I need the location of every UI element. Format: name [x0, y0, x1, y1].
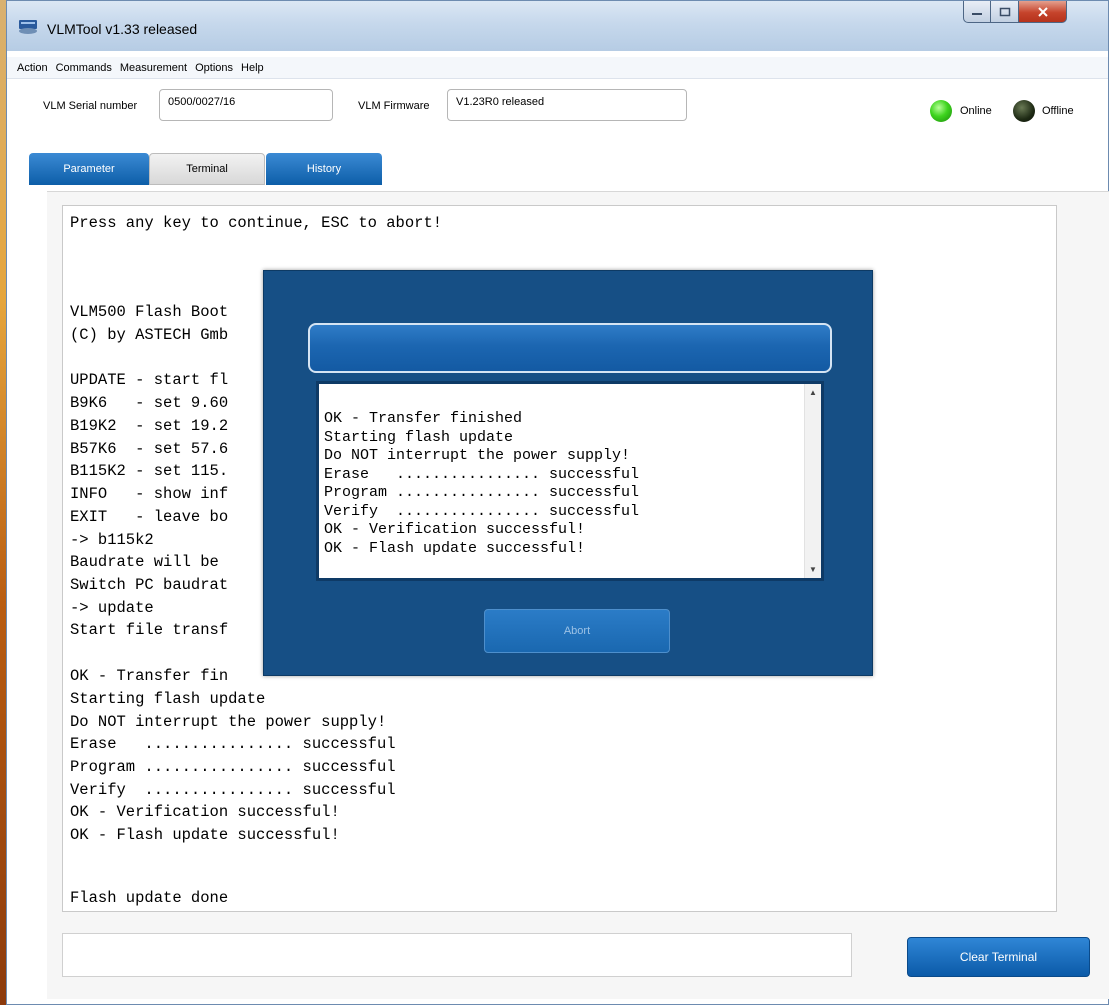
maximize-button[interactable]: [991, 1, 1019, 23]
clear-terminal-button[interactable]: Clear Terminal: [907, 937, 1090, 977]
terminal-line: B57K6 - set 57.6: [70, 440, 229, 458]
dialog-log-line: Do NOT interrupt the power supply!: [324, 447, 631, 464]
terminal-line: Erase ................ successful: [70, 735, 396, 753]
online-led-icon: [930, 100, 952, 122]
serial-number-field[interactable]: 0500/0027/16: [159, 89, 333, 121]
terminal-line: VLM500 Flash Boot: [70, 303, 229, 321]
tab-terminal[interactable]: Terminal: [149, 153, 265, 185]
terminal-line: EXIT - leave bo: [70, 508, 229, 526]
dialog-log-line: OK - Transfer finished: [324, 410, 523, 427]
terminal-input[interactable]: [62, 933, 852, 977]
window-title: VLMTool v1.33 released: [47, 21, 198, 37]
terminal-line: Baudrate will be: [70, 553, 219, 571]
terminal-line: Verify ................ successful: [70, 781, 396, 799]
terminal-line: (C) by ASTECH Gmb: [70, 326, 229, 344]
terminal-line: UPDATE - start fl: [70, 371, 229, 389]
dialog-log-line: OK - Flash update successful!: [324, 540, 586, 557]
scroll-up-icon[interactable]: ▲: [809, 388, 817, 397]
terminal-line: B115K2 - set 115.: [70, 462, 229, 480]
close-icon: [1037, 6, 1048, 17]
terminal-line: OK - Verification successful!: [70, 803, 340, 821]
online-label: Online: [960, 105, 992, 117]
terminal-line: B9K6 - set 9.60: [70, 394, 229, 412]
terminal-line: Do NOT interrupt the power supply!: [70, 713, 387, 731]
terminal-line: OK - Transfer fin: [70, 667, 229, 685]
terminal-line: Switch PC baudrat: [70, 576, 229, 594]
dialog-log-line: Starting flash update: [324, 429, 514, 446]
terminal-line: Start file transf: [70, 621, 229, 639]
minimize-icon: [972, 12, 982, 15]
dialog-log[interactable]: OK - Transfer finished Starting flash up…: [316, 381, 824, 581]
tab-parameter[interactable]: Parameter: [29, 153, 149, 185]
minimize-button[interactable]: [963, 1, 991, 23]
menu-commands[interactable]: Commands: [52, 62, 116, 74]
offline-label: Offline: [1042, 105, 1074, 117]
title-bar: VLMTool v1.33 released: [7, 1, 1108, 51]
dialog-log-line: Program ................ successful: [324, 484, 640, 501]
flash-update-dialog: OK - Transfer finished Starting flash up…: [263, 270, 873, 676]
terminal-line: Press any key to continue, ESC to abort!: [70, 214, 443, 232]
firmware-field[interactable]: V1.23R0 released: [447, 89, 687, 121]
scroll-down-icon[interactable]: ▼: [809, 565, 817, 574]
terminal-line: Program ................ successful: [70, 758, 396, 776]
terminal-line: INFO - show inf: [70, 485, 229, 503]
menu-measurement[interactable]: Measurement: [116, 62, 191, 74]
terminal-line: Flash update done: [70, 889, 229, 907]
terminal-line: B19K2 - set 19.2: [70, 417, 229, 435]
dialog-scrollbar[interactable]: ▲ ▼: [804, 384, 821, 578]
dialog-header-bar: [308, 323, 832, 373]
abort-button[interactable]: Abort: [484, 609, 670, 653]
maximize-icon: [999, 7, 1010, 16]
dialog-log-line: Erase ................ successful: [324, 466, 640, 483]
terminal-line: -> b115k2: [70, 531, 154, 549]
dialog-log-line: Verify ................ successful: [324, 503, 640, 520]
tab-history[interactable]: History: [266, 153, 382, 185]
app-icon: [19, 20, 37, 34]
offline-led-icon: [1013, 100, 1035, 122]
terminal-line: -> update: [70, 599, 154, 617]
menu-help[interactable]: Help: [237, 62, 268, 74]
window-controls: [963, 1, 1102, 23]
terminal-line: Starting flash update: [70, 690, 266, 708]
close-button[interactable]: [1019, 1, 1067, 23]
serial-number-label: VLM Serial number: [43, 100, 138, 112]
menu-action[interactable]: Action: [13, 62, 52, 74]
dialog-log-line: OK - Verification successful!: [324, 521, 586, 538]
firmware-label: VLM Firmware: [358, 100, 430, 112]
menu-bar: Action Commands Measurement Options Help: [7, 57, 1108, 79]
terminal-line: OK - Flash update successful!: [70, 826, 340, 844]
menu-options[interactable]: Options: [191, 62, 237, 74]
